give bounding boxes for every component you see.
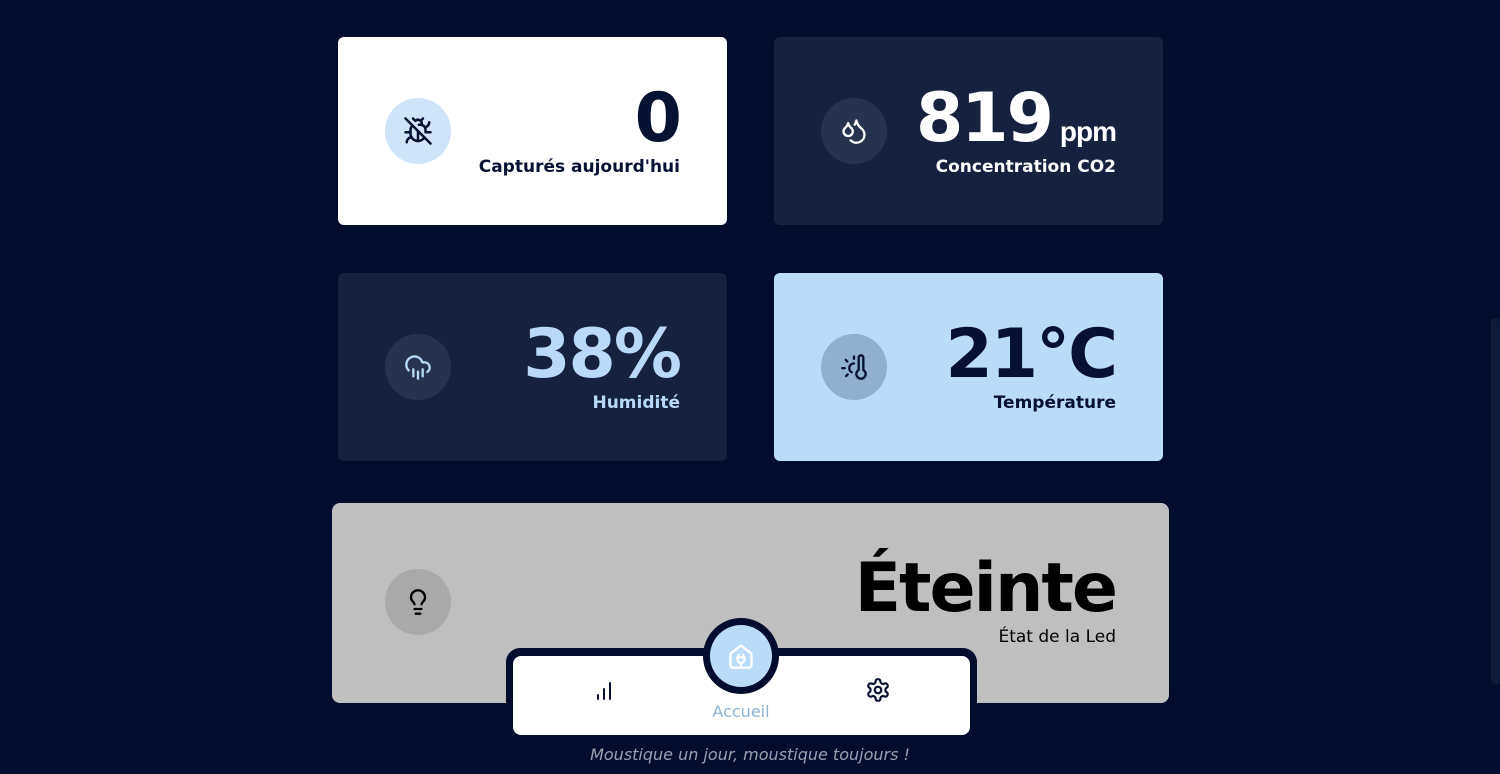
- nav-home-button[interactable]: [710, 625, 772, 687]
- nav-home-label[interactable]: Accueil: [690, 702, 792, 721]
- bug-off-icon: [385, 98, 451, 164]
- temperature-text: 21°C Température: [945, 315, 1118, 414]
- cloud-rain-icon: [385, 334, 451, 400]
- lightbulb-icon: [385, 569, 451, 635]
- temperature-label: Température: [993, 393, 1116, 413]
- dashboard-page: 0 Capturés aujourd'hui 819 ppm Concentrat…: [0, 0, 1500, 774]
- captures-label: Capturés aujourd'hui: [478, 157, 680, 177]
- nav-settings-button[interactable]: [862, 674, 894, 706]
- temperature-value: 21°C: [945, 315, 1118, 394]
- temperature-card: 21°C Température: [774, 273, 1163, 461]
- nav-stats-button[interactable]: [588, 675, 620, 707]
- captures-text: 0 Capturés aujourd'hui: [478, 79, 682, 178]
- bar-chart-icon: [597, 682, 611, 700]
- co2-label: Concentration CO2: [935, 157, 1116, 177]
- settings-icon: [867, 678, 889, 702]
- home-icon: [729, 644, 753, 669]
- co2-value-row: 819 ppm: [916, 85, 1117, 153]
- co2-value: 819: [915, 79, 1054, 158]
- captures-card: 0 Capturés aujourd'hui: [338, 37, 727, 225]
- led-text: Éteinte État de la Led: [854, 549, 1118, 648]
- humidity-value: 38%: [523, 315, 682, 394]
- co2-unit: ppm: [1059, 116, 1117, 147]
- humidity-text: 38% Humidité: [523, 315, 682, 414]
- co2-text: 819 ppm Concentration CO2: [916, 85, 1117, 178]
- thermometer-sun-icon: [821, 334, 887, 400]
- footer-tagline: Moustique un jour, moustique toujours !: [590, 745, 910, 764]
- scrollbar[interactable]: [1491, 318, 1500, 684]
- droplets-icon: [821, 98, 887, 164]
- led-label: État de la Led: [998, 627, 1116, 647]
- led-value: Éteinte: [854, 549, 1118, 628]
- humidity-label: Humidité: [592, 393, 680, 413]
- co2-card: 819 ppm Concentration CO2: [774, 37, 1163, 225]
- humidity-card: 38% Humidité: [338, 273, 727, 461]
- captures-value: 0: [634, 79, 682, 158]
